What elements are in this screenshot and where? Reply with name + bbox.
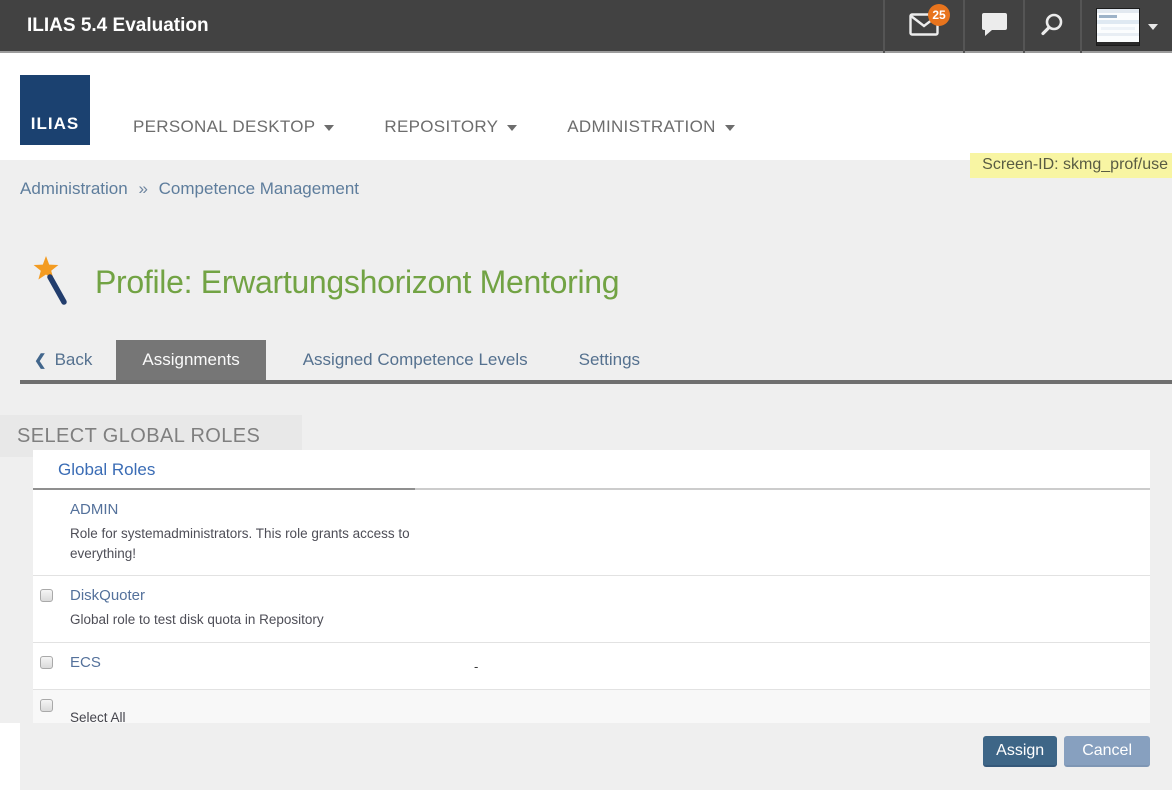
mail-button[interactable]: 25 (883, 0, 963, 53)
chat-icon (981, 12, 1008, 42)
table-row: DiskQuoter Global role to test disk quot… (33, 576, 1150, 643)
page-title: Profile: Erwartungshorizont Mentoring (95, 264, 619, 301)
role-description: Global role to test disk quota in Reposi… (70, 610, 422, 630)
tab-bar: ❮ Back Assignments Assigned Competence L… (20, 340, 1172, 384)
back-button[interactable]: ❮ Back (20, 340, 106, 380)
content-area: Screen-ID: skmg_prof/use Administration … (0, 160, 1172, 790)
app-title: ILIAS 5.4 Evaluation (27, 15, 209, 37)
table-header-row: Global Roles (33, 450, 1150, 490)
chevron-down-icon (725, 125, 735, 131)
search-icon (1040, 12, 1065, 42)
breadcrumb-competence-management[interactable]: Competence Management (159, 179, 359, 198)
mail-count-badge: 25 (928, 4, 950, 26)
assign-button[interactable]: Assign (983, 736, 1057, 767)
tab-settings[interactable]: Settings (565, 340, 654, 380)
left-gutter (0, 723, 20, 790)
cancel-button[interactable]: Cancel (1064, 736, 1150, 767)
nav-personal-desktop[interactable]: PERSONAL DESKTOP (133, 117, 334, 137)
top-bar: ILIAS 5.4 Evaluation 25 (0, 0, 1172, 53)
tab-assignments[interactable]: Assignments (116, 340, 265, 380)
screen-id-badge: Screen-ID: skmg_prof/use (970, 153, 1172, 178)
header-band: ILIAS PERSONAL DESKTOP REPOSITORY ADMINI… (0, 55, 1172, 160)
action-buttons: Assign Cancel (983, 736, 1150, 767)
role-checkbox-ecs[interactable] (40, 656, 53, 669)
nav-repository[interactable]: REPOSITORY (384, 117, 517, 137)
role-link-admin[interactable]: ADMIN (70, 501, 118, 518)
main-nav: PERSONAL DESKTOP REPOSITORY ADMINISTRATI… (133, 117, 735, 137)
skill-profile-icon (31, 255, 75, 312)
topbar-icon-group: 25 (883, 0, 1172, 53)
table-row: ADMIN Role for systemadministrators. Thi… (33, 490, 1150, 576)
role-link-ecs[interactable]: ECS (70, 654, 101, 671)
select-all-checkbox[interactable] (40, 699, 53, 712)
select-all-row: Select All (33, 690, 1150, 723)
table-row: ECS - (33, 643, 1150, 690)
global-roles-table: Global Roles ADMIN Role for systemadmini… (33, 450, 1150, 723)
chevron-down-icon (1148, 24, 1158, 30)
tab-assigned-competence-levels[interactable]: Assigned Competence Levels (289, 340, 542, 380)
column-header-empty (415, 450, 1150, 490)
role-col2-value: - (426, 643, 1150, 689)
breadcrumb-separator: » (138, 179, 147, 198)
chevron-down-icon (324, 125, 334, 131)
chat-button[interactable] (963, 0, 1023, 53)
checkbox-spacer (33, 490, 70, 575)
user-menu-button[interactable] (1080, 0, 1172, 53)
column-header-global-roles: Global Roles (33, 450, 415, 490)
nav-administration[interactable]: ADMINISTRATION (567, 117, 734, 137)
breadcrumb: Administration » Competence Management (20, 179, 359, 199)
chevron-down-icon (507, 125, 517, 131)
breadcrumb-administration[interactable]: Administration (20, 179, 128, 198)
ilias-logo[interactable]: ILIAS (20, 75, 90, 145)
role-checkbox-diskquoter[interactable] (40, 589, 53, 602)
avatar (1096, 8, 1140, 46)
search-button[interactable] (1023, 0, 1080, 53)
role-description: Role for systemadministrators. This role… (70, 524, 422, 565)
role-link-diskquoter[interactable]: DiskQuoter (70, 587, 145, 604)
chevron-left-icon: ❮ (34, 351, 47, 369)
select-all-label: Select All (70, 701, 426, 725)
